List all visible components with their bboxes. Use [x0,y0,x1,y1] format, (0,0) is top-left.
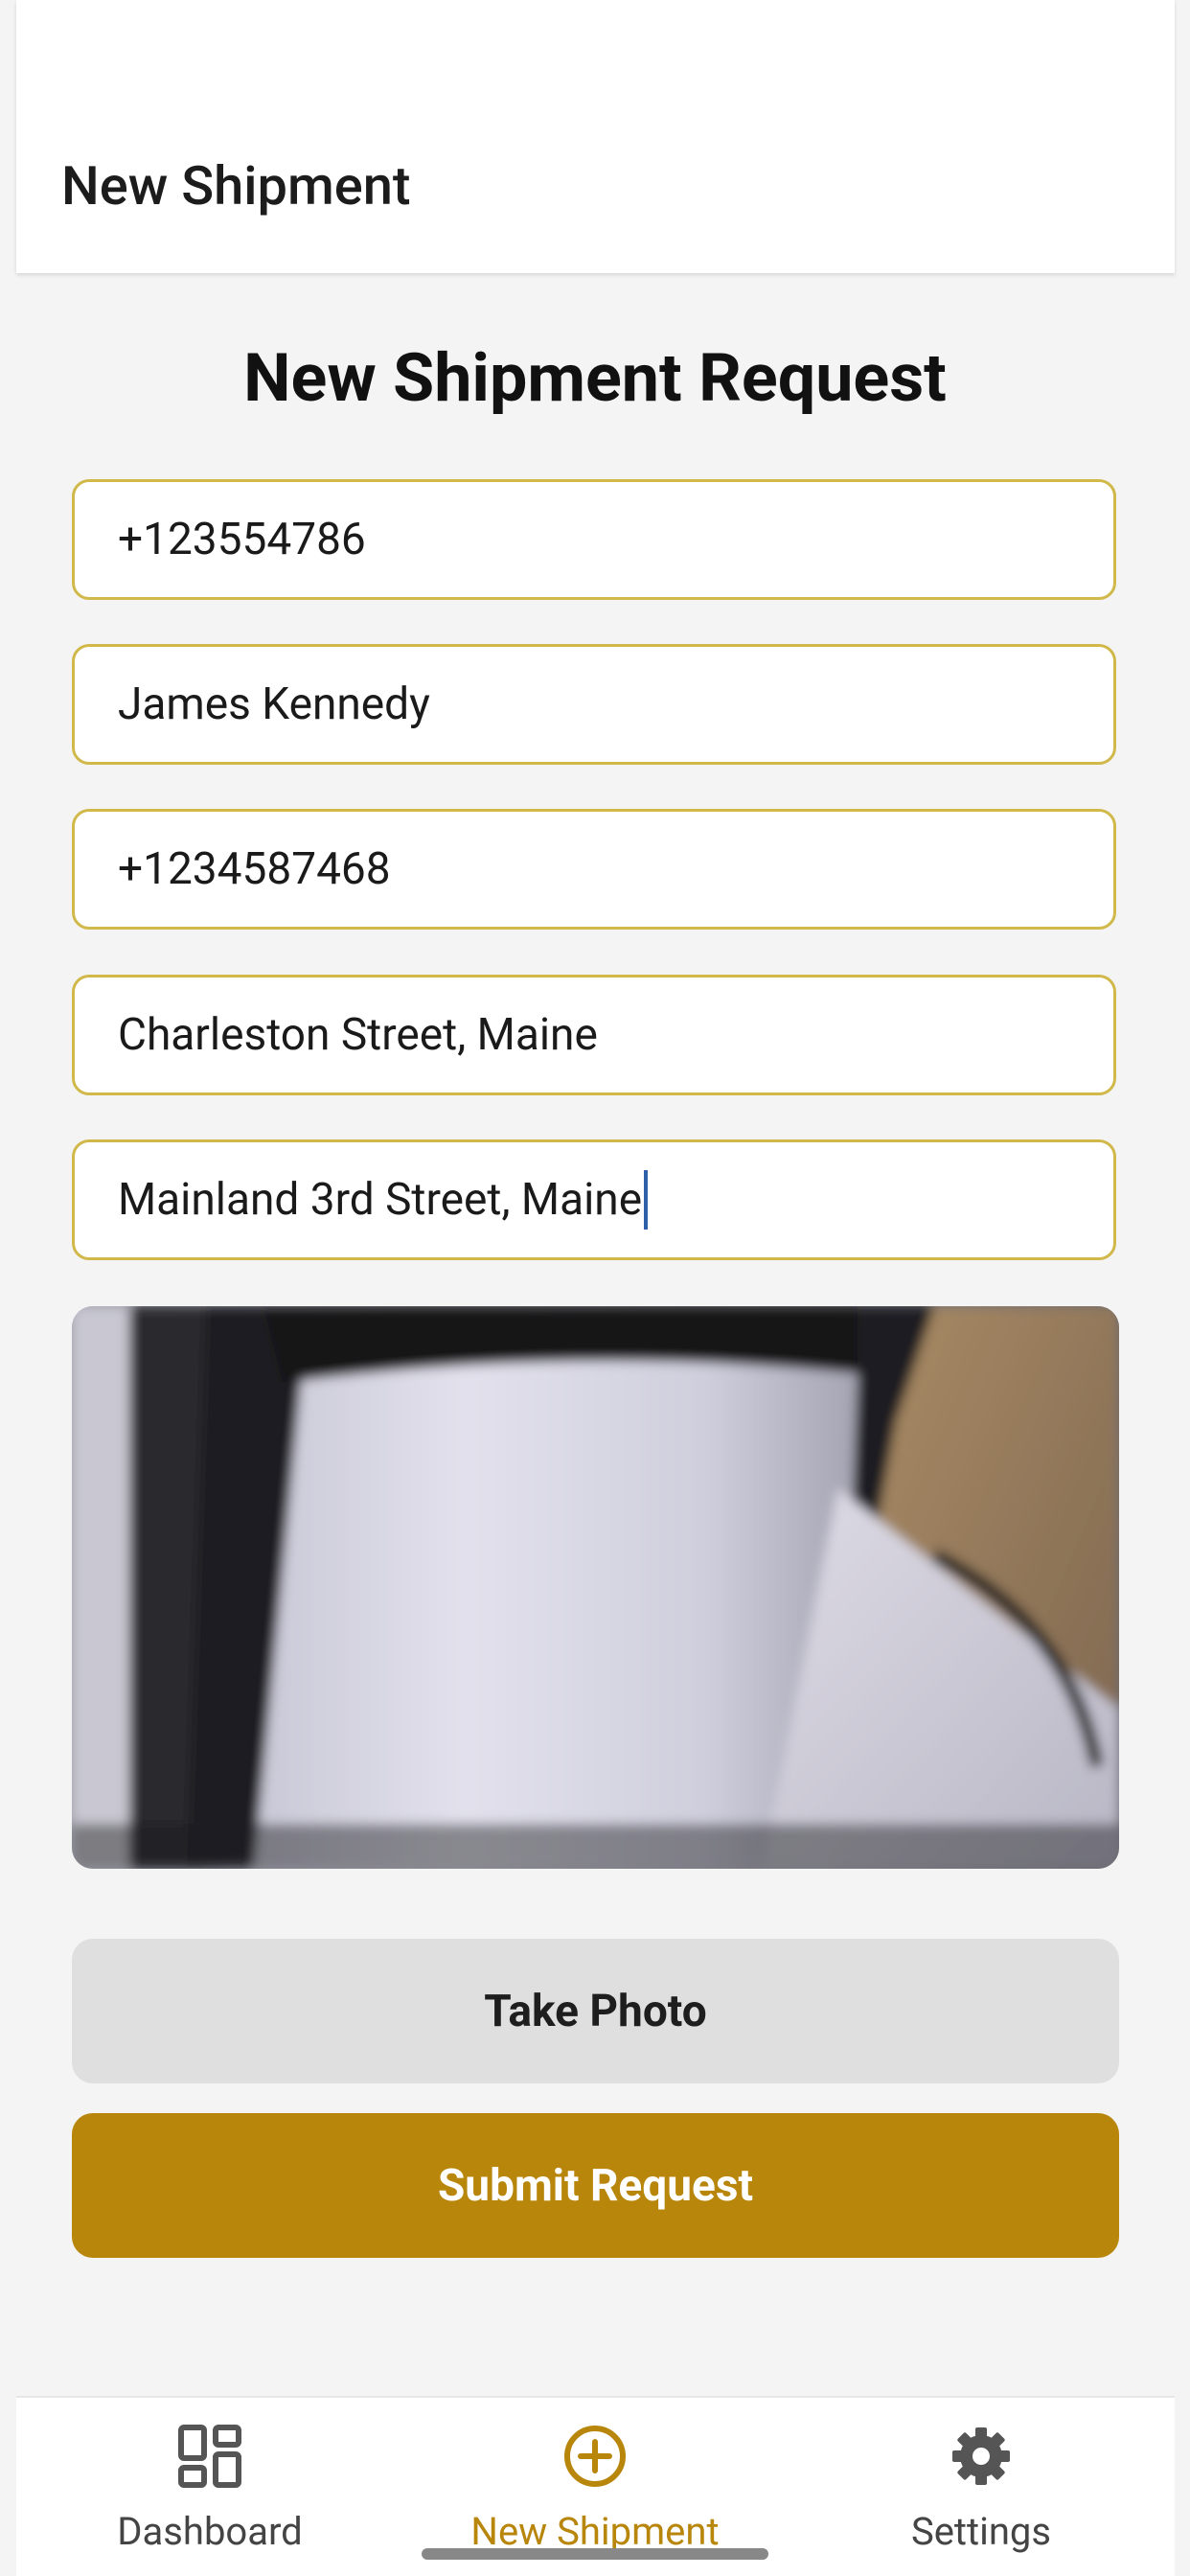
submit-request-button[interactable]: Submit Request [72,2113,1119,2258]
plus-circle-icon [564,2426,626,2487]
camera-preview [72,1306,1119,1869]
app-header: New Shipment [16,0,1175,273]
page-title: New Shipment [61,154,411,218]
nav-item-settings[interactable]: Settings [837,2398,1125,2576]
dashboard-icon [178,2425,241,2488]
camera-preview-image [72,1306,1119,1869]
recipient-name-value: James Kennedy [118,678,430,730]
recipient-phone-field[interactable]: +1234587468 [72,809,1116,930]
pickup-address-field[interactable]: Charleston Street, Maine [72,975,1116,1095]
home-indicator[interactable] [422,2548,768,2560]
app-screen: New Shipment New Shipment Request +12355… [0,0,1190,2576]
nav-label-dashboard: Dashboard [117,2509,303,2554]
delivery-address-value: Mainland 3rd Street, Maine [118,1174,643,1226]
recipient-name-field[interactable]: James Kennedy [72,644,1116,765]
form-title: New Shipment Request [243,339,947,418]
gear-icon [952,2427,1010,2485]
recipient-phone-value: +1234587468 [118,843,391,895]
pickup-address-value: Charleston Street, Maine [118,1009,598,1061]
take-photo-button[interactable]: Take Photo [72,1939,1119,2083]
nav-label-settings: Settings [910,2509,1052,2554]
nav-item-dashboard[interactable]: Dashboard [66,2398,354,2576]
delivery-address-field[interactable]: Mainland 3rd Street, Maine [72,1139,1116,1260]
text-cursor [644,1170,649,1230]
sender-phone-value: +123554786 [118,514,366,565]
sender-phone-field[interactable]: +123554786 [72,479,1116,600]
